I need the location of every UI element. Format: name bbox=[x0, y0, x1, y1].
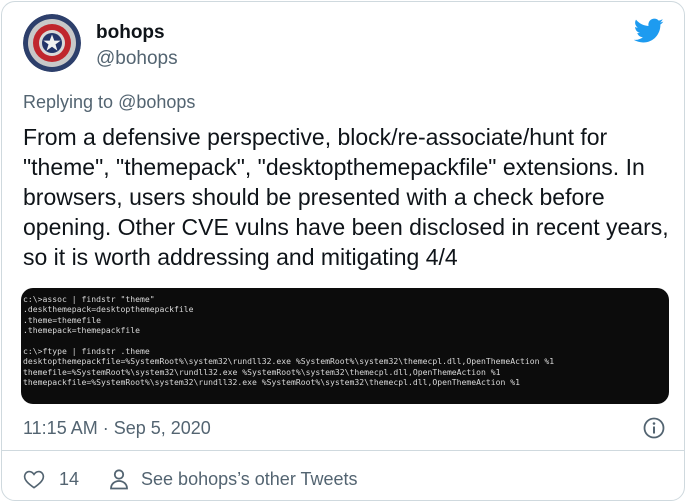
divider bbox=[2, 450, 684, 451]
tweet-actions: 14 See bohops’s other Tweets bbox=[23, 468, 358, 490]
replying-mention-link[interactable]: @bohops bbox=[118, 92, 195, 112]
terminal-line: themepackfile=%SystemRoot%\system32\rund… bbox=[23, 377, 521, 388]
terminal-line: c:\>assoc | findstr "theme" bbox=[23, 294, 155, 304]
heart-icon bbox=[23, 470, 45, 489]
avatar[interactable] bbox=[23, 14, 81, 72]
person-icon bbox=[110, 469, 128, 490]
terminal-screenshot[interactable]: c:\>assoc | findstr "theme" .deskthemepa… bbox=[21, 288, 669, 404]
author-handle[interactable]: @bohops bbox=[96, 48, 178, 70]
tweet-timestamp[interactable]: 11:15 AM · Sep 5, 2020 bbox=[23, 418, 211, 439]
terminal-line: c:\>ftype | findstr .theme bbox=[23, 345, 150, 356]
info-icon[interactable] bbox=[642, 416, 666, 440]
replying-prefix: Replying to bbox=[23, 92, 114, 112]
see-other-tweets-link[interactable]: See bohops’s other Tweets bbox=[109, 468, 358, 490]
like-count: 14 bbox=[59, 468, 80, 489]
twitter-bird-icon[interactable] bbox=[634, 18, 664, 44]
terminal-line: .theme=themefile bbox=[23, 314, 101, 325]
tweet-card: bohops @bohops Replying to @bohops From … bbox=[1, 1, 685, 501]
terminal-line: .themepack=themepackfile bbox=[23, 325, 140, 336]
like-button[interactable]: 14 bbox=[23, 469, 79, 490]
terminal-line: desktopthemepackfile=%SystemRoot%\system… bbox=[23, 356, 555, 367]
tweet-text: From a defensive perspective, block/re-a… bbox=[23, 124, 669, 270]
see-other-tweets-label: See bohops’s other Tweets bbox=[141, 468, 358, 489]
replying-to-line: Replying to @bohops bbox=[23, 92, 195, 113]
terminal-line: .deskthemepack=desktopthemepackfile bbox=[23, 304, 194, 315]
author-display-name[interactable]: bohops bbox=[96, 22, 165, 44]
shield-avatar-icon bbox=[23, 14, 81, 72]
terminal-line: themefile=%SystemRoot%\system32\rundll32… bbox=[23, 366, 501, 377]
